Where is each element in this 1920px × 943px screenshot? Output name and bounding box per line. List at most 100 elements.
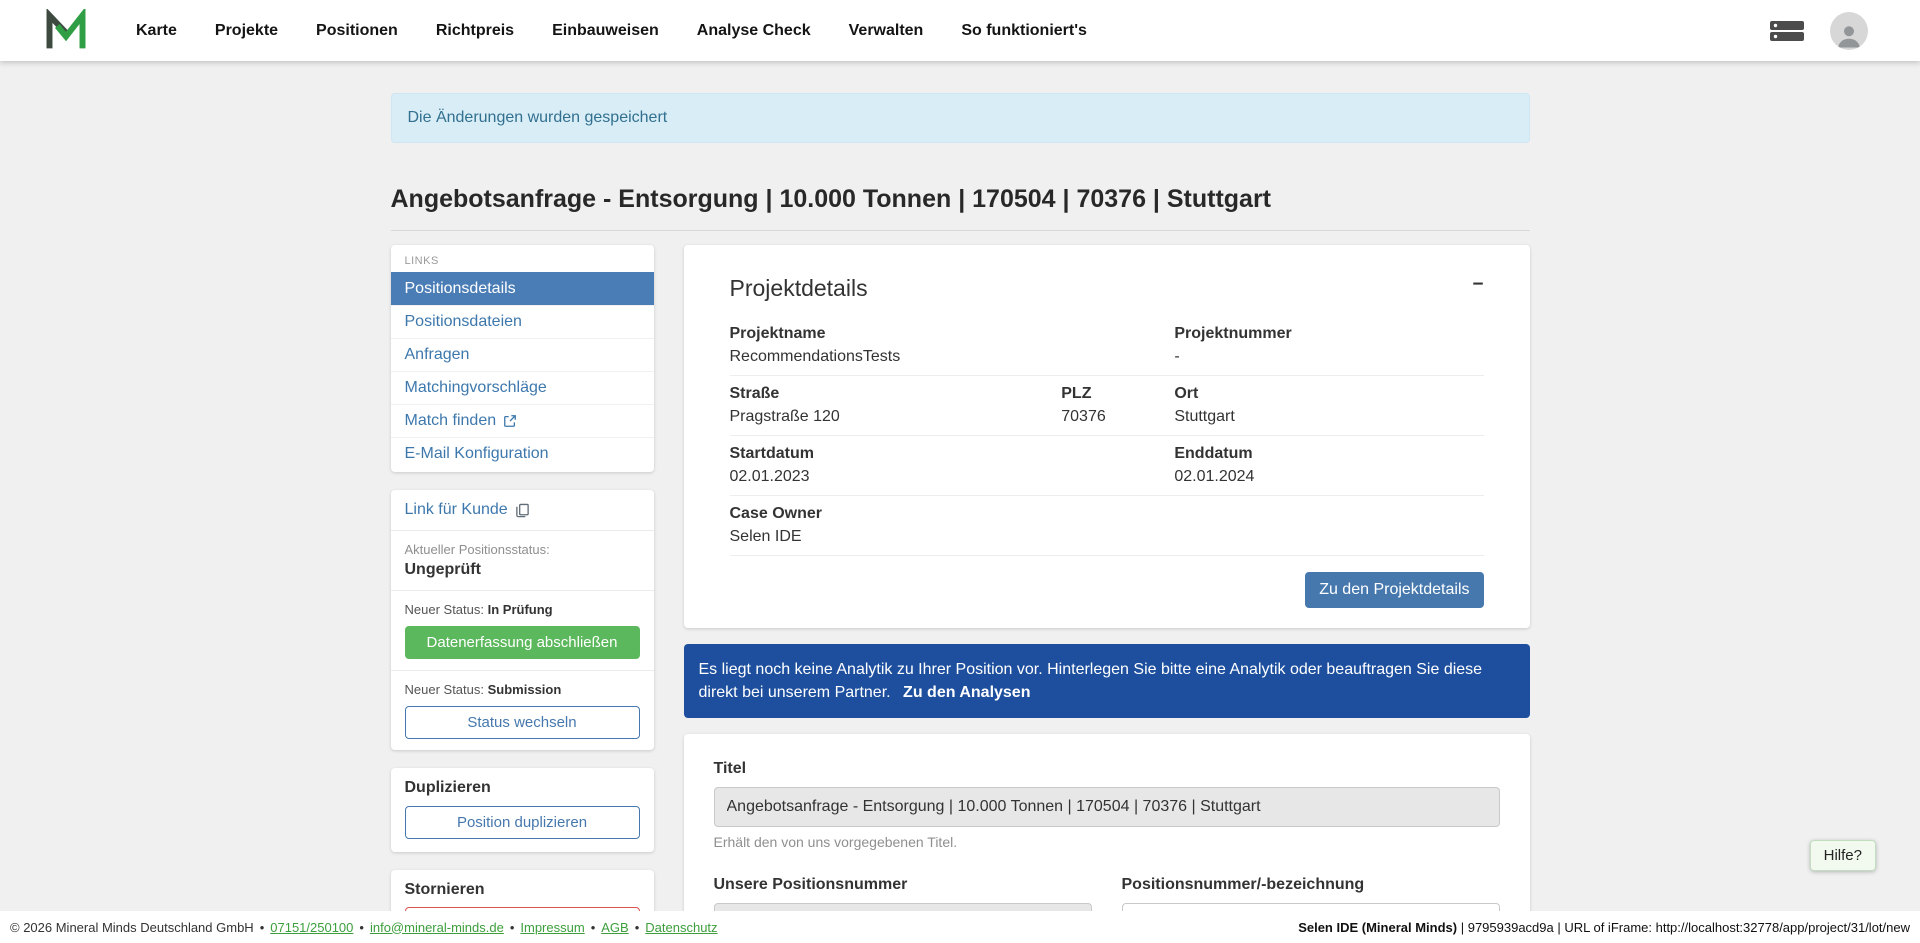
analytics-banner: Es liegt noch keine Analytik zu Ihrer Po…	[684, 644, 1530, 718]
new-status-line: Neuer Status: Submission	[405, 682, 640, 697]
field-label: Straße	[730, 384, 1062, 404]
titel-label: Titel	[714, 760, 1500, 778]
nav-item-positionen[interactable]: Positionen	[316, 22, 398, 40]
footer-link-phone[interactable]: 07151/250100	[254, 920, 354, 935]
field-value: Selen IDE	[730, 527, 1062, 547]
footer-link-datenschutz[interactable]: Datenschutz	[629, 920, 718, 935]
field-projektname: Projektname RecommendationsTests	[730, 324, 1062, 367]
main-column: Projektdetails − Projektname Recommendat…	[684, 245, 1530, 943]
collapse-icon[interactable]: −	[1472, 275, 1483, 294]
field-startdatum: Startdatum 02.01.2023	[730, 444, 1062, 487]
session-info: Selen IDE (Mineral Minds) | 9795939acd9a…	[1298, 920, 1910, 935]
field-label: Projektnummer	[1174, 324, 1483, 344]
analytics-banner-text: Es liegt noch keine Analytik zu Ihrer Po…	[699, 661, 1483, 701]
copy-icon	[515, 503, 530, 518]
field-plz: PLZ 70376	[1061, 384, 1174, 427]
links-card: LINKS Positionsdetails Positionsdateien …	[391, 245, 654, 472]
field-value: -	[1174, 347, 1483, 367]
nav-item-projekte[interactable]: Projekte	[215, 22, 278, 40]
nav-item-analyse-check[interactable]: Analyse Check	[697, 22, 811, 40]
field-label: Projektname	[730, 324, 1062, 344]
field-value: Stuttgart	[1174, 407, 1483, 427]
field-label: Enddatum	[1174, 444, 1483, 464]
duplicate-position-button[interactable]: Position duplizieren	[405, 806, 640, 839]
new-status-value: In Prüfung	[488, 602, 553, 617]
titel-help: Erhält den von uns vorgegebenen Titel.	[714, 834, 1500, 850]
help-button[interactable]: Hilfe?	[1810, 840, 1876, 871]
titel-input	[714, 787, 1500, 827]
cancel-card-title: Stornieren	[405, 881, 640, 899]
nav-item-richtpreis[interactable]: Richtpreis	[436, 22, 514, 40]
footer-link-agb[interactable]: AGB	[585, 920, 629, 935]
person-icon	[1834, 20, 1864, 50]
mineral-minds-logo[interactable]	[44, 9, 88, 53]
unsere-positionsnummer-label: Unsere Positionsnummer	[714, 876, 1092, 894]
status-card: Link für Kunde Aktueller Positionsstatus…	[391, 490, 654, 750]
switch-status-button[interactable]: Status wechseln	[405, 706, 640, 739]
field-label: Ort	[1174, 384, 1483, 404]
footer-link-email[interactable]: info@mineral-minds.de	[353, 920, 503, 935]
sidebar: LINKS Positionsdetails Positionsdateien …	[391, 245, 654, 943]
links-header: LINKS	[391, 245, 654, 272]
project-details-button[interactable]: Zu den Projektdetails	[1305, 572, 1483, 608]
sidebar-item-anfragen[interactable]: Anfragen	[391, 338, 654, 371]
sidebar-item-positionsdetails[interactable]: Positionsdetails	[391, 272, 654, 305]
navbar-right	[1768, 12, 1868, 50]
session-user: Selen IDE (Mineral Minds)	[1298, 920, 1457, 935]
field-label: Startdatum	[730, 444, 1062, 464]
save-success-alert: Die Änderungen wurden gespeichert	[391, 93, 1530, 143]
sidebar-item-label: Anfragen	[405, 346, 470, 364]
field-value: 70376	[1061, 407, 1174, 427]
field-case-owner: Case Owner Selen IDE	[730, 504, 1062, 547]
nav-item-karte[interactable]: Karte	[136, 22, 177, 40]
duplicate-card-title: Duplizieren	[405, 779, 640, 797]
footer-links: © 2026 Mineral Minds Deutschland GmbH 07…	[10, 920, 718, 935]
project-details-fields: Projektname RecommendationsTests Projekt…	[730, 316, 1484, 556]
project-details-card: Projektdetails − Projektname Recommendat…	[684, 245, 1530, 628]
nav-item-so-funktionierts[interactable]: So funktioniert's	[961, 22, 1087, 40]
session-details: | 9795939acd9a | URL of iFrame: http://l…	[1457, 920, 1910, 935]
server-icon[interactable]	[1768, 18, 1806, 44]
new-status-line: Neuer Status: In Prüfung	[405, 602, 640, 617]
field-label: PLZ	[1061, 384, 1174, 404]
duplicate-card: Duplizieren Position duplizieren	[391, 768, 654, 852]
customer-link[interactable]: Link für Kunde	[405, 501, 530, 519]
sidebar-item-email-konfiguration[interactable]: E-Mail Konfiguration	[391, 437, 654, 470]
page-title: Angebotsanfrage - Entsorgung | 10.000 To…	[391, 185, 1530, 231]
main-content: Die Änderungen wurden gespeichert Angebo…	[391, 0, 1530, 943]
new-status-label: Neuer Status:	[405, 602, 485, 617]
external-link-icon	[503, 414, 517, 428]
complete-data-entry-button[interactable]: Datenerfassung abschließen	[405, 626, 640, 659]
field-strasse: Straße Pragstraße 120	[730, 384, 1062, 427]
sidebar-item-label: Positionsdateien	[405, 313, 522, 331]
footer: © 2026 Mineral Minds Deutschland GmbH 07…	[0, 911, 1920, 943]
field-label: Case Owner	[730, 504, 1062, 524]
field-ort: Ort Stuttgart	[1174, 384, 1483, 427]
positionsnummer-label: Positionsnummer/-bezeichnung	[1122, 876, 1500, 894]
nav-item-verwalten[interactable]: Verwalten	[849, 22, 924, 40]
field-projektnummer: Projektnummer -	[1174, 324, 1483, 367]
sidebar-item-positionsdateien[interactable]: Positionsdateien	[391, 305, 654, 338]
project-details-title: Projektdetails	[730, 275, 868, 302]
sidebar-item-label: Match finden	[405, 412, 497, 430]
footer-link-impressum[interactable]: Impressum	[504, 920, 585, 935]
current-status-value: Ungeprüft	[405, 561, 640, 579]
field-value: Pragstraße 120	[730, 407, 1062, 427]
field-value: RecommendationsTests	[730, 347, 1062, 367]
new-status-value: Submission	[488, 682, 562, 697]
analytics-link[interactable]: Zu den Analysen	[903, 684, 1030, 701]
main-nav: Karte Projekte Positionen Richtpreis Ein…	[136, 22, 1087, 40]
sidebar-item-label: E-Mail Konfiguration	[405, 445, 549, 463]
nav-item-einbauweisen[interactable]: Einbauweisen	[552, 22, 659, 40]
sidebar-item-label: Matchingvorschläge	[405, 379, 547, 397]
field-value: 02.01.2023	[730, 467, 1062, 487]
field-enddatum: Enddatum 02.01.2024	[1174, 444, 1483, 487]
footer-copyright: © 2026 Mineral Minds Deutschland GmbH	[10, 920, 254, 935]
sidebar-item-matchingvorschlaege[interactable]: Matchingvorschläge	[391, 371, 654, 404]
new-status-label: Neuer Status:	[405, 682, 485, 697]
sidebar-item-match-finden[interactable]: Match finden	[391, 404, 654, 437]
sidebar-item-label: Positionsdetails	[405, 280, 516, 298]
current-status-label: Aktueller Positionsstatus:	[405, 542, 640, 557]
user-avatar[interactable]	[1830, 12, 1868, 50]
field-value: 02.01.2024	[1174, 467, 1483, 487]
